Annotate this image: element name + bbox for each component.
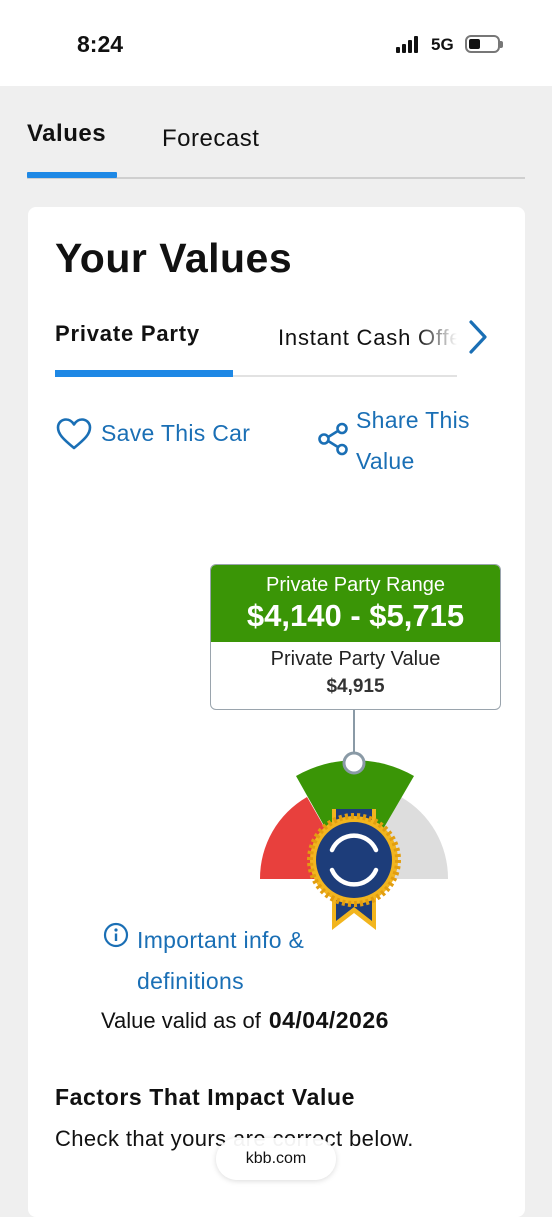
private-party-value-label: Private Party Value xyxy=(270,648,441,670)
share-icon xyxy=(318,422,348,456)
browser-url-pill[interactable]: kbb.com xyxy=(216,1138,336,1180)
info-icon xyxy=(103,922,129,948)
tab-private-party[interactable]: Private Party xyxy=(55,321,200,347)
valid-label: Value valid as of xyxy=(101,1008,261,1033)
save-label: Save This Car xyxy=(101,420,251,446)
range-header: Private Party Range $4,140 - $5,715 xyxy=(211,565,500,642)
save-this-car-button[interactable]: Save This Car xyxy=(55,413,250,454)
value-type-tabs: Private Party Instant Cash Offer xyxy=(55,307,457,379)
heart-icon xyxy=(56,417,92,449)
range-label: Private Party Range xyxy=(266,574,445,596)
value-tab-indicator xyxy=(55,370,233,377)
value-valid-row: Value valid as of 04/04/2026 xyxy=(101,1007,389,1034)
card-title: Your Values xyxy=(55,235,293,281)
chevron-right-icon[interactable] xyxy=(460,319,496,355)
share-label: Share This Value xyxy=(356,407,470,474)
valid-date: 04/04/2026 xyxy=(268,1007,389,1033)
private-party-value: $4,915 xyxy=(326,676,385,697)
value-summary: Private Party Value $4,915 xyxy=(211,648,500,698)
values-card: Your Values Private Party Instant Cash O… xyxy=(28,207,525,1217)
signal-icon xyxy=(396,35,424,53)
share-this-value-button[interactable]: Share This Value xyxy=(316,400,506,482)
status-time: 8:24 xyxy=(77,31,124,57)
status-bar: 8:24 5G xyxy=(0,0,552,86)
tab-values[interactable]: Values xyxy=(27,120,106,148)
private-party-range-box: Private Party Range $4,140 - $5,715 Priv… xyxy=(210,564,501,710)
info-link-label: Important info & definitions xyxy=(137,927,305,994)
top-tabs: Values Forecast xyxy=(27,100,525,180)
battery-icon xyxy=(465,35,503,53)
factors-title: Factors That Impact Value xyxy=(55,1084,356,1110)
active-tab-indicator xyxy=(27,172,117,178)
range-value: $4,140 - $5,715 xyxy=(246,598,465,633)
network-type: 5G xyxy=(431,35,454,54)
tab-forecast[interactable]: Forecast xyxy=(162,125,259,153)
gauge-pin-icon xyxy=(342,751,366,775)
value-gauge xyxy=(259,710,449,930)
